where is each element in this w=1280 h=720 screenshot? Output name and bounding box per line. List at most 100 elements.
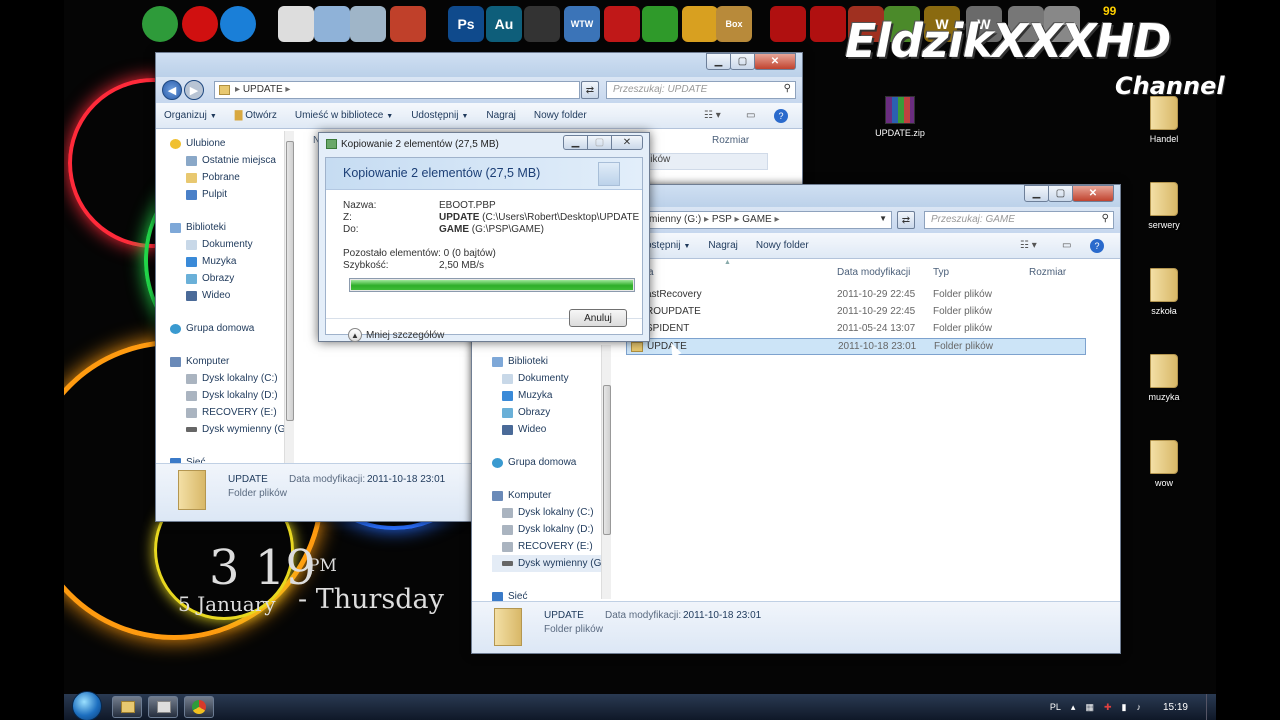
taskbar-copy-button[interactable]: [148, 696, 178, 718]
file-row-update[interactable]: lików: [644, 153, 768, 170]
preview-pane-icon[interactable]: ▭: [746, 110, 755, 121]
nav-drive-d[interactable]: Dysk lokalny (D:): [492, 521, 607, 538]
taskbar-clock[interactable]: 15:19: [1163, 702, 1188, 713]
refresh-button[interactable]: ⇄: [897, 211, 915, 229]
search-input[interactable]: Przeszukaj: GAME ⚲: [924, 211, 1114, 229]
chevron-down-icon[interactable]: ▼: [879, 214, 887, 223]
nav-drive-g[interactable]: Dysk wymienny (G:): [170, 421, 291, 438]
nav-scrollbar[interactable]: [284, 131, 294, 467]
nav-documents[interactable]: Dokumenty: [492, 370, 607, 387]
nav-drive-c[interactable]: Dysk lokalny (C:): [170, 370, 291, 387]
burn-button[interactable]: Nagraj: [486, 110, 515, 121]
opera-icon[interactable]: [182, 6, 218, 42]
nav-drive-e[interactable]: RECOVERY (E:): [170, 404, 291, 421]
nav-scrollbar[interactable]: [601, 345, 611, 599]
language-indicator[interactable]: PL: [1050, 702, 1061, 712]
nav-favorites[interactable]: Ulubione: [170, 135, 291, 152]
include-in-library-button[interactable]: Umieść w bibliotece ▼: [295, 110, 393, 121]
close-button[interactable]: ✕: [611, 135, 643, 150]
share-button[interactable]: ostępnij ▼: [646, 240, 690, 251]
help-icon[interactable]: ?: [774, 108, 788, 123]
desktop-icon-szkola[interactable]: szkoła: [1129, 268, 1199, 316]
minimize-button[interactable]: ▁: [1024, 185, 1049, 202]
new-folder-button[interactable]: Nowy folder: [534, 110, 587, 121]
volume-tray-icon[interactable]: ♪: [1136, 702, 1141, 712]
audition-icon[interactable]: Au: [486, 6, 522, 42]
show-desktop-button[interactable]: [1206, 694, 1216, 720]
folder-icon[interactable]: [314, 6, 350, 42]
refresh-button[interactable]: ⇄: [581, 81, 599, 99]
back-button[interactable]: ◀: [162, 80, 182, 100]
share-button[interactable]: Udostępnij ▼: [411, 110, 468, 121]
windows-flag-icon[interactable]: [682, 6, 718, 42]
nav-drive-c[interactable]: Dysk lokalny (C:): [492, 504, 607, 521]
tray-arrow-icon[interactable]: ▴: [1071, 702, 1076, 713]
burn-button[interactable]: Nagraj: [708, 240, 737, 251]
maximize-button[interactable]: ▢: [1048, 185, 1073, 202]
desktop-icon-serwery[interactable]: serwery: [1129, 182, 1199, 230]
nav-videos[interactable]: Wideo: [170, 287, 291, 304]
view-options-icon[interactable]: ☷ ▾: [1020, 240, 1037, 251]
minimize-button[interactable]: ▁: [563, 135, 588, 150]
racing-icon[interactable]: [770, 6, 806, 42]
close-button[interactable]: ✕: [754, 53, 796, 70]
nav-music[interactable]: Muzyka: [170, 253, 291, 270]
address-bar[interactable]: ▸ UPDATE ▸: [214, 81, 580, 99]
chrome-icon[interactable]: [142, 6, 178, 42]
search-input[interactable]: Przeszukaj: UPDATE ⚲: [606, 81, 796, 99]
hamster-box-icon[interactable]: Box: [716, 6, 752, 42]
column-header-size[interactable]: Rozmiar: [1029, 267, 1066, 278]
scroll-thumb[interactable]: [286, 141, 294, 421]
nav-homegroup[interactable]: Grupa domowa: [492, 454, 607, 471]
open-button[interactable]: ▇ Otwórz: [235, 110, 277, 121]
file-row[interactable]: ROUPDATE 2011-10-29 22:45 Folder plików: [626, 304, 1086, 321]
nav-documents[interactable]: Dokumenty: [170, 236, 291, 253]
nav-pictures[interactable]: Obrazy: [170, 270, 291, 287]
nav-computer[interactable]: Komputer: [170, 353, 291, 370]
cancel-button[interactable]: Anuluj: [569, 309, 627, 327]
wtw-icon[interactable]: WTW: [564, 6, 600, 42]
column-header-type[interactable]: Typ: [933, 267, 949, 278]
desktop-icon-update-zip[interactable]: UPDATE.zip: [865, 96, 935, 138]
scroll-thumb[interactable]: [603, 385, 611, 535]
help-icon[interactable]: ?: [1090, 238, 1104, 253]
nav-recent-places[interactable]: Ostatnie miejsca: [170, 152, 291, 169]
nav-computer[interactable]: Komputer: [492, 487, 607, 504]
media-icon[interactable]: [390, 6, 426, 42]
maximize-button[interactable]: ▢: [730, 53, 755, 70]
signal-tray-icon[interactable]: ▮: [1122, 702, 1127, 713]
nav-desktop[interactable]: Pulpit: [170, 186, 291, 203]
security-tray-icon[interactable]: ✚: [1104, 702, 1112, 713]
game-icon[interactable]: [604, 6, 640, 42]
nav-downloads[interactable]: Pobrane: [170, 169, 291, 186]
taskbar-chrome-button[interactable]: [184, 696, 214, 718]
minimize-button[interactable]: ▁: [706, 53, 731, 70]
organize-button[interactable]: Organizuj ▼: [164, 110, 217, 121]
network-tray-icon[interactable]: ▦: [1085, 702, 1094, 713]
desktop-icon-handel[interactable]: Handel: [1129, 96, 1199, 144]
column-header-size[interactable]: Rozmiar: [712, 135, 749, 146]
close-button[interactable]: ✕: [1072, 185, 1114, 202]
file-row[interactable]: astRecovery 2011-10-29 22:45 Folder plików: [626, 287, 1086, 304]
recycle-bin-icon[interactable]: [350, 6, 386, 42]
utorrent-icon[interactable]: [642, 6, 678, 42]
preview-pane-icon[interactable]: ▭: [1062, 240, 1071, 251]
desktop-icon-wow[interactable]: wow: [1129, 440, 1199, 488]
nav-libraries[interactable]: Biblioteki: [170, 219, 291, 236]
title-bar[interactable]: ▁ ▢ ✕: [156, 53, 802, 79]
file-row[interactable]: UPDATE 2011-10-18 23:01 Folder plików: [626, 338, 1086, 355]
view-options-icon[interactable]: ☷ ▾: [704, 110, 721, 121]
forward-button[interactable]: ▶: [184, 80, 204, 100]
maximize-button[interactable]: ▢: [587, 135, 612, 150]
nav-pictures[interactable]: Obrazy: [492, 404, 607, 421]
nav-libraries[interactable]: Biblioteki: [492, 353, 607, 370]
column-header-date[interactable]: Data modyfikacji: [837, 267, 910, 278]
new-folder-button[interactable]: Nowy folder: [756, 240, 809, 251]
file-row[interactable]: SPIDENT 2011-05-24 13:07 Folder plików: [626, 321, 1086, 338]
photoshop-icon[interactable]: Ps: [448, 6, 484, 42]
nav-drive-d[interactable]: Dysk lokalny (D:): [170, 387, 291, 404]
monitor-icon[interactable]: [524, 6, 560, 42]
nav-drive-e[interactable]: RECOVERY (E:): [492, 538, 607, 555]
nav-homegroup[interactable]: Grupa domowa: [170, 320, 291, 337]
nav-videos[interactable]: Wideo: [492, 421, 607, 438]
